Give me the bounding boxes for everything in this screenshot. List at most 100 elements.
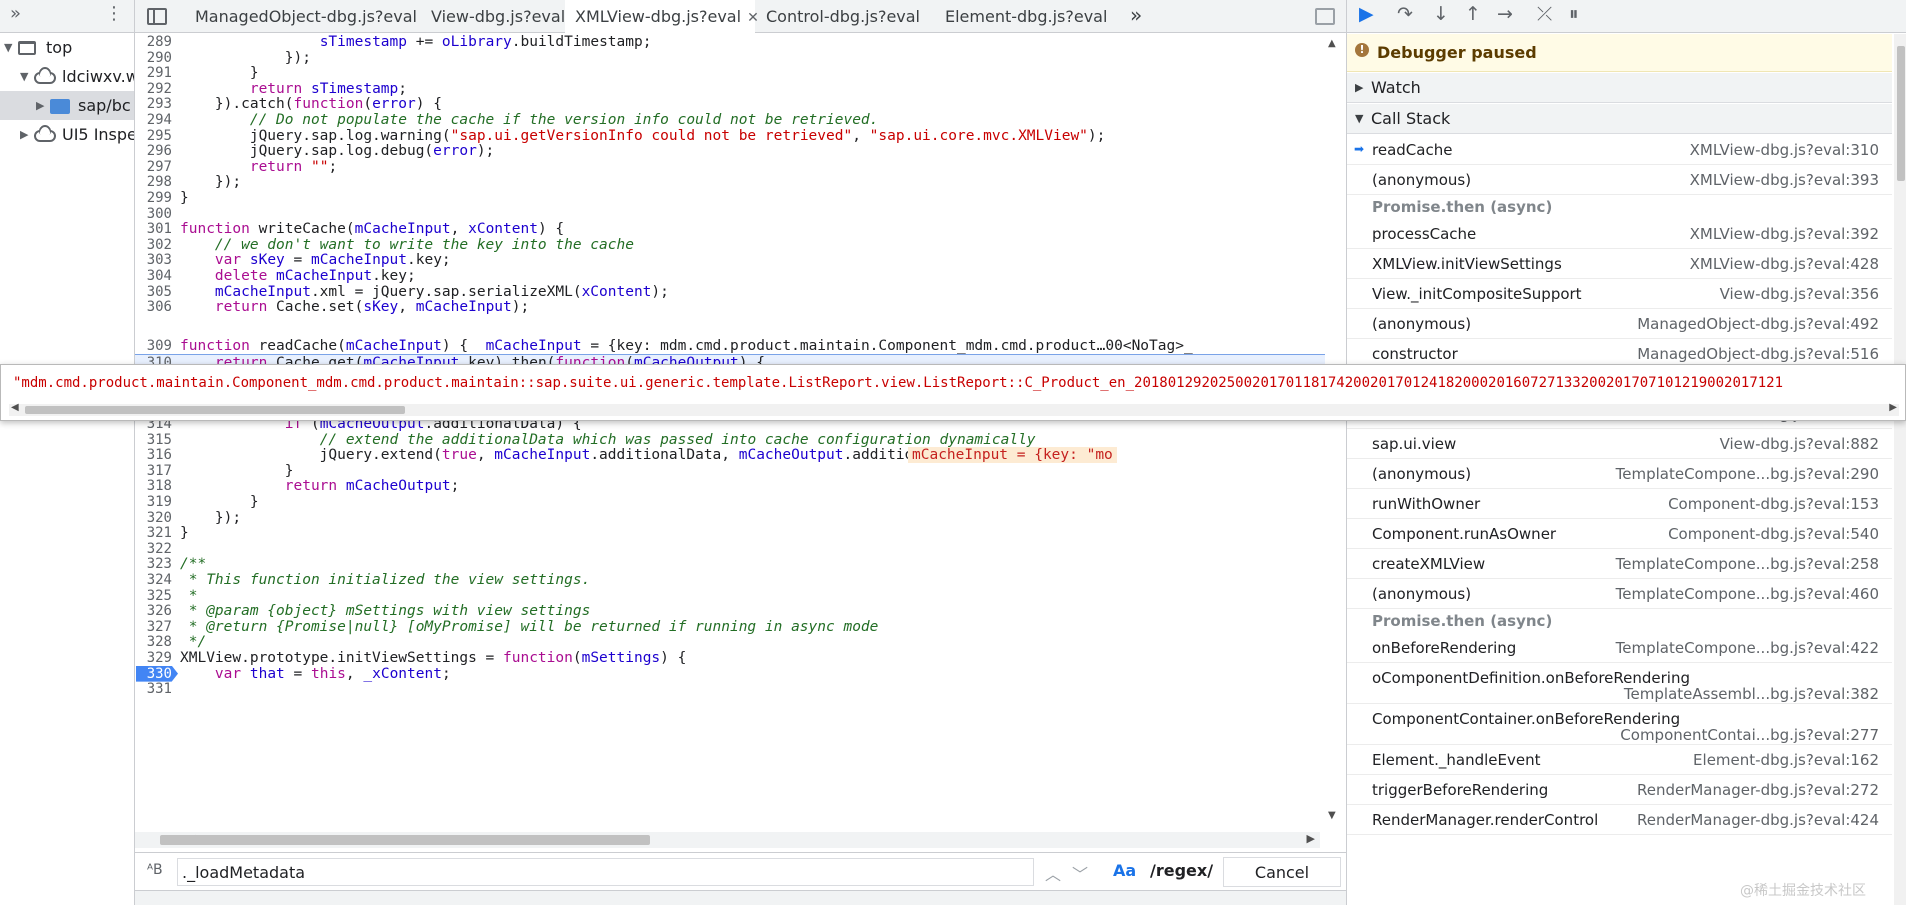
- line-number[interactable]: 309: [135, 338, 172, 354]
- line-number[interactable]: 327: [135, 619, 172, 635]
- editor-tab[interactable]: XMLView-dbg.js?eval ✕: [565, 0, 759, 34]
- line-number[interactable]: 324: [135, 572, 172, 588]
- line-number[interactable]: 320: [135, 510, 172, 526]
- line-number[interactable]: 330: [135, 666, 172, 682]
- frame-location-link[interactable]: Component-dbg.js?eval:153: [1668, 495, 1879, 513]
- step-over-icon[interactable]: ↷: [1397, 3, 1413, 25]
- code-line[interactable]: 306 return Cache.set(sKey, mCacheInput);: [135, 299, 1325, 315]
- call-frame[interactable]: (anonymous) TemplateCompone...bg.js?eval:…: [1347, 579, 1892, 609]
- match-case-toggle[interactable]: Aa: [1113, 861, 1136, 880]
- scroll-up-arrow-icon[interactable]: ▲: [1328, 38, 1336, 49]
- more-tabs-icon[interactable]: »: [1130, 3, 1142, 27]
- frame-location-link[interactable]: ManagedObject-dbg.js?eval:492: [1637, 315, 1879, 333]
- frame-location-link[interactable]: View-dbg.js?eval:882: [1720, 435, 1879, 453]
- line-number[interactable]: 319: [135, 494, 172, 510]
- tree-item[interactable]: ▶ sap/bc: [0, 91, 134, 120]
- line-number[interactable]: 317: [135, 463, 172, 479]
- line-number[interactable]: 302: [135, 237, 172, 253]
- call-frame[interactable]: triggerBeforeRendering RenderManager-dbg.…: [1347, 775, 1892, 805]
- line-number[interactable]: 305: [135, 284, 172, 300]
- line-number[interactable]: 297: [135, 159, 172, 175]
- editor-tab[interactable]: Control-dbg.js?eval: [756, 0, 921, 33]
- line-number[interactable]: 325: [135, 588, 172, 604]
- frame-location-link[interactable]: Element-dbg.js?eval:162: [1693, 751, 1879, 769]
- line-number[interactable]: 321: [135, 525, 172, 541]
- line-number[interactable]: 323: [135, 556, 172, 572]
- call-frame[interactable]: createXMLView TemplateCompone...bg.js?eva…: [1347, 549, 1892, 579]
- frame-location-link[interactable]: XMLView-dbg.js?eval:392: [1690, 225, 1879, 243]
- line-number[interactable]: 331: [135, 681, 172, 697]
- code-line[interactable]: 327 * @return {Promise|null} [oMyPromise…: [135, 619, 1325, 635]
- frame-location-link[interactable]: TemplateCompone...bg.js?eval:258: [1616, 555, 1879, 573]
- deactivate-breakpoints-icon[interactable]: ⤫: [1537, 3, 1552, 25]
- code-line[interactable]: 324 * This function initialized the view…: [135, 572, 1325, 588]
- code-line[interactable]: 289 sTimestamp += oLibrary.buildTimestam…: [135, 34, 1325, 50]
- expanded-triangle-icon[interactable]: ▼: [4, 33, 12, 62]
- kebab-menu-icon[interactable]: ⋮: [105, 3, 123, 24]
- expanded-triangle-icon[interactable]: ▼: [20, 62, 28, 91]
- line-number[interactable]: 292: [135, 81, 172, 97]
- call-frame[interactable]: ComponentContainer.onBeforeRendering Comp…: [1347, 704, 1892, 745]
- callstack-section-header[interactable]: ▼ Call Stack: [1347, 104, 1892, 134]
- code-line[interactable]: 290 });: [135, 50, 1325, 66]
- line-number[interactable]: 296: [135, 143, 172, 159]
- search-input[interactable]: [177, 858, 1034, 886]
- code-line[interactable]: 323 /**: [135, 556, 1325, 572]
- line-number[interactable]: 293: [135, 96, 172, 112]
- frame-location-link[interactable]: XMLView-dbg.js?eval:428: [1690, 255, 1879, 273]
- code-line[interactable]: 297 return "";: [135, 159, 1325, 175]
- editor-tab[interactable]: ManagedObject-dbg.js?eval: [185, 0, 417, 33]
- code-line[interactable]: 321}: [135, 525, 1325, 541]
- code-line[interactable]: 293 }).catch(function(error) {: [135, 96, 1325, 112]
- code-line[interactable]: 304 delete mCacheInput.key;: [135, 268, 1325, 284]
- code-line[interactable]: 326 * @param {object} mSettings with vie…: [135, 603, 1325, 619]
- more-tabs-icon[interactable]: »: [10, 3, 21, 24]
- call-frame[interactable]: Element._handleEvent Element-dbg.js?eval:…: [1347, 745, 1892, 775]
- line-number[interactable]: 304: [135, 268, 172, 284]
- code-line[interactable]: 303 var sKey = mCacheInput.key;: [135, 252, 1325, 268]
- call-frame[interactable]: sap.ui.view View-dbg.js?eval:882: [1347, 429, 1892, 459]
- frame-location-link[interactable]: TemplateCompone...bg.js?eval:290: [1616, 465, 1879, 483]
- code-line[interactable]: 317 }: [135, 463, 1325, 479]
- line-number[interactable]: 289: [135, 34, 172, 50]
- code-line[interactable]: 298 });: [135, 174, 1325, 190]
- scrollbar-thumb[interactable]: [25, 406, 405, 414]
- search-previous-icon[interactable]: ︿: [1045, 861, 1061, 885]
- frame-location-link[interactable]: Component-dbg.js?eval:540: [1668, 525, 1879, 543]
- code-line[interactable]: 329 XMLView.prototype.initViewSettings = …: [135, 650, 1325, 666]
- pause-on-exceptions-icon[interactable]: ⏸: [1569, 3, 1579, 25]
- frame-location-link[interactable]: TemplateCompone...bg.js?eval:460: [1616, 585, 1879, 603]
- code-line[interactable]: 292 return sTimestamp;: [135, 81, 1325, 97]
- code-view[interactable]: 289 sTimestamp += oLibrary.buildTimestam…: [135, 34, 1346, 832]
- code-line[interactable]: 299}: [135, 190, 1325, 206]
- inline-variable-value[interactable]: mCacheInput = {key: "mo: [908, 447, 1117, 464]
- line-number[interactable]: 322: [135, 541, 172, 557]
- call-frame[interactable]: View._initCompositeSupport View-dbg.js?ev…: [1347, 279, 1892, 309]
- call-frame[interactable]: RenderManager.renderControl RenderManager…: [1347, 805, 1892, 835]
- popover-scrollbar[interactable]: ◀ ▶: [9, 402, 1899, 416]
- frame-location-link[interactable]: ComponentContai...bg.js?eval:277: [1620, 726, 1879, 744]
- scroll-right-arrow-icon[interactable]: ▶: [1307, 832, 1315, 845]
- code-line[interactable]: 315 // extend the additionalData which w…: [135, 432, 1325, 448]
- code-line[interactable]: 320 });: [135, 510, 1325, 526]
- collapsed-triangle-icon[interactable]: ▶: [36, 91, 44, 120]
- call-frame[interactable]: runWithOwner Component-dbg.js?eval:153: [1347, 489, 1892, 519]
- frame-location-link[interactable]: ManagedObject-dbg.js?eval:516: [1637, 345, 1879, 363]
- line-number[interactable]: 298: [135, 174, 172, 190]
- code-line[interactable]: 319 }: [135, 494, 1325, 510]
- call-frame[interactable]: processCache XMLView-dbg.js?eval:392: [1347, 219, 1892, 249]
- code-line[interactable]: 296 jQuery.sap.log.debug(error);: [135, 143, 1325, 159]
- code-line[interactable]: 318 return mCacheOutput;: [135, 478, 1325, 494]
- call-frame[interactable]: ➡ readCache XMLView-dbg.js?eval:310: [1347, 135, 1892, 165]
- frame-location-link[interactable]: RenderManager-dbg.js?eval:424: [1637, 811, 1879, 829]
- scrollbar-thumb[interactable]: [160, 835, 650, 845]
- line-number[interactable]: 318: [135, 478, 172, 494]
- line-number[interactable]: 295: [135, 128, 172, 144]
- editor-tab[interactable]: Element-dbg.js?eval: [935, 0, 1107, 33]
- call-frame[interactable]: (anonymous) TemplateCompone...bg.js?eval:…: [1347, 459, 1892, 489]
- line-number[interactable]: 290: [135, 50, 172, 66]
- code-line[interactable]: 294 // Do not populate the cache if the …: [135, 112, 1325, 128]
- code-line[interactable]: 330 var that = this, _xContent;: [135, 665, 1325, 682]
- code-line[interactable]: 322: [135, 541, 1325, 557]
- code-line[interactable]: 328 */: [135, 634, 1325, 650]
